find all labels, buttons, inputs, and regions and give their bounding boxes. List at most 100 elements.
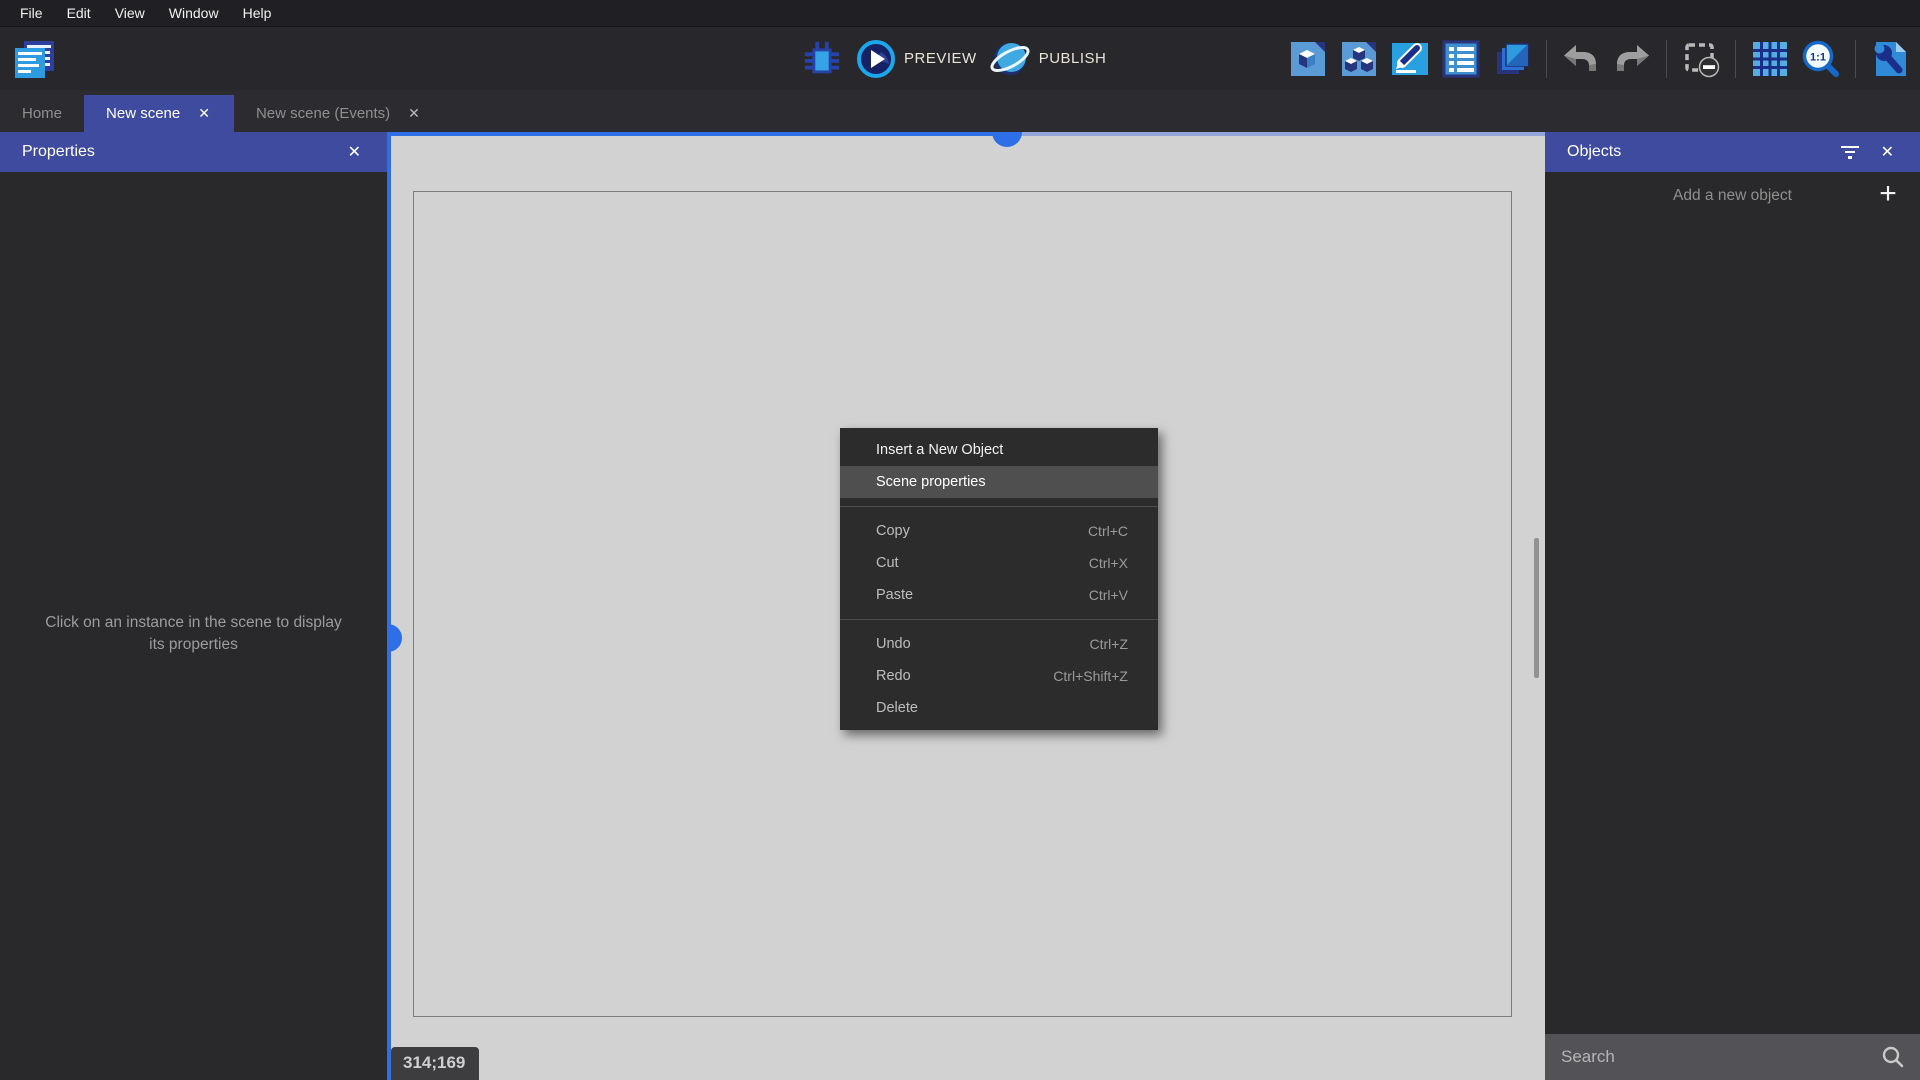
menu-item-label: Undo: [876, 636, 1090, 652]
instances-list-icon: [1439, 37, 1483, 81]
context-menu-item-cut[interactable]: Cut Ctrl+X: [840, 547, 1158, 579]
grid-icon: [1748, 37, 1792, 81]
horizontal-scrollbar-track[interactable]: [1009, 132, 1545, 136]
menu-file[interactable]: File: [8, 0, 55, 26]
vertical-scrollbar-thumb[interactable]: [387, 624, 402, 652]
context-menu-item-redo[interactable]: Redo Ctrl+Shift+Z: [840, 660, 1158, 692]
context-menu-item-copy[interactable]: Copy Ctrl+C: [840, 515, 1158, 547]
properties-panel-header: Properties ✕: [0, 132, 387, 172]
publish-label: PUBLISH: [1039, 50, 1107, 67]
tab-home[interactable]: Home: [0, 95, 84, 132]
menu-item-shortcut: Ctrl+C: [1088, 523, 1128, 539]
horizontal-scrollbar-thumb[interactable]: [992, 132, 1022, 147]
undo-arrow-icon: [1559, 37, 1603, 81]
objects-editor-button[interactable]: [1286, 37, 1330, 81]
toolbar-right-group: 1:1: [1286, 27, 1912, 90]
properties-empty-message: Click on an instance in the scene to dis…: [0, 612, 387, 657]
wrench-page-icon: [1868, 37, 1912, 81]
add-object-row[interactable]: Add a new object +: [1545, 172, 1920, 220]
pencil-square-icon: [1388, 37, 1432, 81]
context-menu-item-paste[interactable]: Paste Ctrl+V: [840, 579, 1158, 611]
redo-button[interactable]: [1610, 37, 1654, 81]
context-menu-item-scene-properties[interactable]: Scene properties: [840, 466, 1158, 498]
window-mask-button[interactable]: [1679, 37, 1723, 81]
plus-icon[interactable]: +: [1870, 176, 1906, 212]
context-menu-item-delete[interactable]: Delete: [840, 692, 1158, 724]
properties-panel-title: Properties: [22, 143, 95, 161]
undo-button[interactable]: [1559, 37, 1603, 81]
play-circle-icon: [856, 39, 896, 79]
project-manager-icon: [10, 35, 58, 83]
objects-panel: Objects ✕ Add a new object +: [1545, 132, 1920, 1080]
context-menu-item-undo[interactable]: Undo Ctrl+Z: [840, 628, 1158, 660]
menu-view[interactable]: View: [103, 0, 157, 26]
menu-item-label: Delete: [876, 700, 1128, 716]
scene-tools-button[interactable]: [1868, 37, 1912, 81]
menu-item-shortcut: Ctrl+V: [1089, 587, 1128, 603]
horizontal-scrollbar[interactable]: [387, 132, 1009, 136]
menu-item-label: Copy: [876, 523, 1088, 539]
objects-search-bar: [1545, 1034, 1920, 1080]
menu-help[interactable]: Help: [231, 0, 284, 26]
main-toolbar: PREVIEW PUBLISH: [0, 27, 1920, 90]
redo-arrow-icon: [1610, 37, 1654, 81]
context-menu-item-insert-object[interactable]: Insert a New Object: [840, 434, 1158, 466]
preview-label: PREVIEW: [904, 50, 977, 67]
project-manager-icon[interactable]: [10, 35, 58, 83]
menu-item-label: Cut: [876, 555, 1089, 571]
svg-text:1:1: 1:1: [1810, 51, 1826, 63]
toolbar-separator: [1735, 40, 1736, 78]
close-icon[interactable]: ✕: [406, 103, 422, 124]
search-icon[interactable]: [1880, 1044, 1906, 1070]
page-cube-icon: [1286, 37, 1330, 81]
close-icon[interactable]: ✕: [340, 142, 369, 162]
menu-bar: File Edit View Window Help: [0, 0, 1920, 27]
mask-frame-icon: [1679, 37, 1723, 81]
instances-list-button[interactable]: [1439, 37, 1483, 81]
editor-tab-bar: Home New scene ✕ New scene (Events) ✕: [0, 90, 1920, 132]
grid-button[interactable]: [1748, 37, 1792, 81]
menu-item-label: Redo: [876, 668, 1053, 684]
menu-separator: [840, 506, 1158, 507]
menu-item-shortcut: Ctrl+Shift+Z: [1053, 668, 1128, 684]
toolbar-center-group: PREVIEW PUBLISH: [800, 27, 1106, 90]
menu-edit[interactable]: Edit: [55, 0, 103, 26]
object-groups-button[interactable]: [1337, 37, 1381, 81]
scene-variables-button[interactable]: [1388, 37, 1432, 81]
toolbar-separator: [1855, 40, 1856, 78]
preview-button[interactable]: PREVIEW: [856, 39, 977, 79]
publish-button[interactable]: PUBLISH: [989, 38, 1107, 80]
menu-item-label: Paste: [876, 587, 1089, 603]
one-to-one-zoom-icon: 1:1: [1799, 37, 1843, 81]
context-menu: Insert a New Object Scene properties Cop…: [840, 428, 1158, 730]
layers-button[interactable]: [1490, 37, 1534, 81]
page-cubes-icon: [1337, 37, 1381, 81]
panel-scrollbar-thumb[interactable]: [1534, 538, 1539, 678]
menu-item-label: Scene properties: [876, 474, 1128, 490]
menu-item-shortcut: Ctrl+X: [1089, 555, 1128, 571]
objects-panel-title: Objects: [1567, 143, 1621, 161]
debugger-button[interactable]: [800, 37, 844, 81]
layers-stack-icon: [1490, 37, 1534, 81]
zoom-one-to-one-button[interactable]: 1:1: [1799, 37, 1843, 81]
tab-label: New scene: [106, 105, 180, 122]
scene-canvas[interactable]: 314;169 Insert a New Object Scene proper…: [387, 132, 1545, 1080]
tab-new-scene[interactable]: New scene ✕: [84, 95, 234, 132]
objects-panel-header: Objects ✕: [1545, 132, 1920, 172]
menu-window[interactable]: Window: [157, 0, 231, 26]
tab-new-scene-events[interactable]: New scene (Events) ✕: [234, 95, 444, 132]
filter-icon[interactable]: [1841, 146, 1859, 159]
gdevelop-window: File Edit View Window Help: [0, 0, 1920, 1080]
properties-panel: Properties ✕ Click on an instance in the…: [0, 132, 387, 1080]
menu-item-label: Insert a New Object: [876, 442, 1128, 458]
debugger-chip-icon: [801, 38, 843, 80]
close-icon[interactable]: ✕: [1873, 142, 1902, 162]
cursor-coordinates-badge: 314;169: [391, 1047, 479, 1080]
main-area: Properties ✕ Click on an instance in the…: [0, 132, 1920, 1080]
vertical-scrollbar[interactable]: [387, 132, 391, 1080]
add-object-label: Add a new object: [1545, 187, 1920, 205]
menu-item-shortcut: Ctrl+Z: [1090, 636, 1129, 652]
tab-label: New scene (Events): [256, 105, 390, 122]
close-icon[interactable]: ✕: [196, 103, 212, 124]
objects-search-input[interactable]: [1561, 1047, 1880, 1067]
